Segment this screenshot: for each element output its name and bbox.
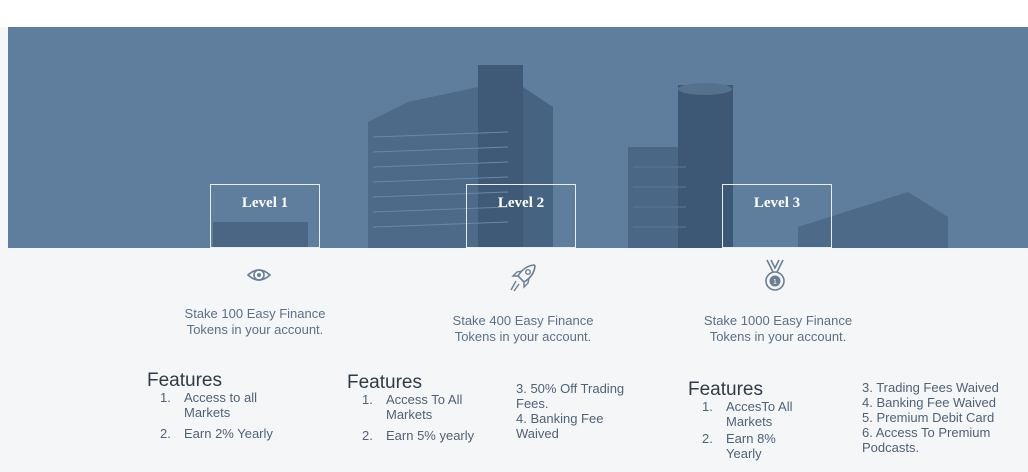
level-3-box[interactable]: Level 3: [722, 184, 832, 248]
list-item: 3. Trading Fees Waived: [862, 380, 999, 395]
list-item: 5. Premium Debit Card: [862, 410, 995, 425]
list-item: 2. Earn 8% Yearly: [690, 431, 850, 461]
list-item: 1. Access to all Markets: [148, 390, 318, 420]
list-text: Access To All Markets: [386, 392, 463, 422]
list-number: 2.: [362, 428, 373, 443]
list-item: 2. Earn 5% yearly: [350, 428, 510, 443]
list-text: Earn 2% Yearly: [184, 426, 273, 441]
level-2-label: Level 2: [497, 195, 545, 211]
list-number: 1.: [160, 390, 171, 405]
list-number: 1.: [702, 399, 713, 414]
level-3-label: Level 3: [753, 195, 801, 211]
list-item: 4. Banking Fee Waived: [516, 411, 604, 441]
list-text: AccesTo All Markets: [726, 399, 793, 429]
list-item: 1. Access To All Markets: [350, 392, 510, 422]
level-1-features-list: 1. Access to all Markets 2. Earn 2% Year…: [148, 390, 318, 447]
list-item: 3. 50% Off Trading Fees.: [516, 381, 625, 411]
level-2-description: Stake 400 Easy Finance Tokens in your ac…: [452, 313, 594, 344]
list-item: 4. Banking Fee Waived: [862, 395, 996, 410]
level-3-features-title: Features: [688, 379, 763, 400]
level-3-extra-features: 3. Trading Fees Waived 4. Banking Fee Wa…: [862, 380, 1017, 455]
list-number: 2.: [702, 431, 713, 446]
level-1-label: Level 1: [241, 195, 289, 211]
level-1-features-title: Features: [147, 370, 222, 391]
level-2-features-title: Features: [347, 372, 422, 393]
level-3-features-list: 1. AccesTo All Markets 2. Earn 8% Yearly: [690, 399, 850, 467]
list-text: Earn 8% Yearly: [726, 431, 776, 461]
list-number: 2.: [160, 426, 171, 441]
rocket-icon: [510, 264, 536, 292]
list-number: 1.: [362, 392, 373, 407]
svg-text:1: 1: [773, 279, 777, 286]
list-item: 2. Earn 2% Yearly: [148, 426, 318, 441]
level-1-description: Stake 100 Easy Finance Tokens in your ac…: [184, 306, 326, 337]
list-text: Earn 5% yearly: [386, 428, 475, 443]
level-1-box[interactable]: Level 1: [210, 184, 320, 248]
level-2-box[interactable]: Level 2: [466, 184, 576, 248]
level-3-description: Stake 1000 Easy Finance Tokens in your a…: [703, 313, 853, 344]
level-2-features-list: 1. Access To All Markets 2. Earn 5% year…: [350, 392, 510, 449]
eye-icon: [246, 269, 272, 281]
medal-icon: 1: [765, 259, 785, 291]
list-item: 1. AccesTo All Markets: [690, 399, 850, 429]
list-item: 6. Access To Premium Podcasts.: [862, 425, 991, 455]
list-text: Access to all Markets: [184, 390, 257, 420]
level-2-extra-features: 3. 50% Off Trading Fees. 4. Banking Fee …: [516, 381, 646, 441]
top-strip: [0, 0, 1028, 27]
